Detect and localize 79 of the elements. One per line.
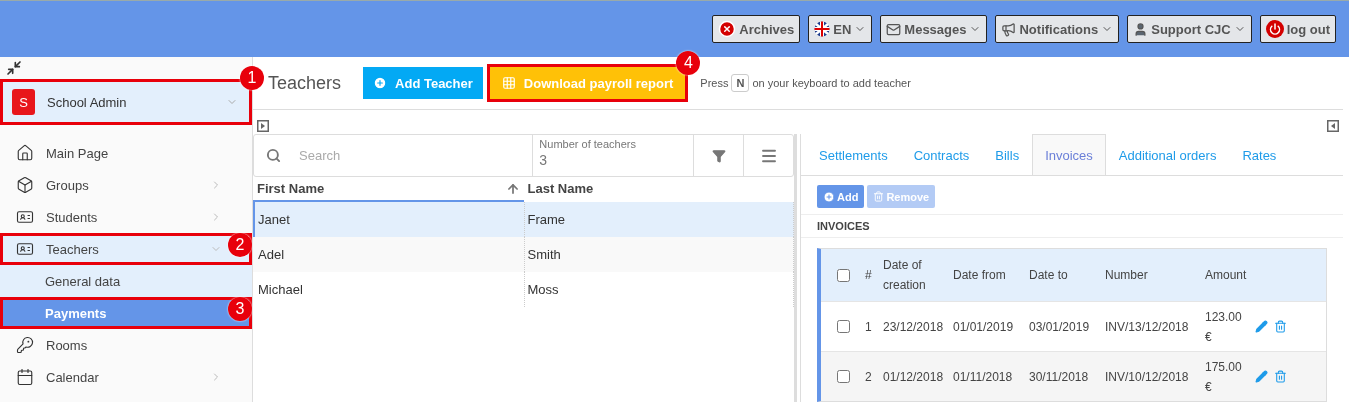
column-header[interactable]: Last Name [523,177,794,202]
teacher-row[interactable]: Adel Smith [253,237,794,272]
id-card-icon [16,240,34,258]
sidebar-item[interactable]: Groups [0,169,252,201]
table-cell-text: 01/12/2018 [883,368,945,386]
header-button[interactable]: Support CJC [1127,15,1252,43]
table-cell: Moss [524,272,794,307]
header-button[interactable]: log out [1259,15,1336,43]
tab[interactable]: Rates [1229,134,1290,175]
key-icon [16,336,34,354]
row-checkbox[interactable] [836,320,850,333]
teacher-count: 3 [539,152,549,168]
row-checkbox[interactable] [836,370,850,383]
column-header: Amount [1205,267,1248,284]
table-cell-text: 175.00 € [1205,358,1243,396]
expand-panel-icon[interactable] [257,120,269,132]
table-cell-text: INV/13/12/2018 [1105,318,1190,336]
sidebar-item[interactable]: Rooms [0,329,252,361]
header-button[interactable]: EN [808,15,873,43]
header-button[interactable]: Notifications [995,15,1120,43]
account-avatar: S [12,89,35,115]
home-icon [16,144,34,162]
header-button[interactable]: Messages [880,15,988,43]
column-header: # [865,267,873,284]
column-header: Date from [953,267,1007,284]
sidebar-item[interactable]: Students [0,201,252,233]
search-field[interactable]: Search [297,147,497,164]
trash-icon [873,191,885,202]
table-cell-text: 01/11/2018 [953,368,1014,386]
header-button[interactable]: Archives [712,15,801,43]
sidebar-item[interactable]: Calendar [0,361,252,393]
id-card-icon [16,208,34,226]
column-header: Number [1105,267,1149,284]
sidebar-item[interactable]: Main Page [0,137,252,169]
table-cell-text: 123.00 € [1205,308,1243,346]
edit-icon[interactable] [1255,320,1268,333]
megaphone-icon [1001,21,1017,37]
table-cell: Michael [255,272,525,307]
page-title: Teachers [268,72,342,94]
keyboard-hint: Press N on your keyboard to add teacher [700,74,911,92]
plus-icon [823,190,835,203]
add-button[interactable]: Add [817,185,865,208]
table-cell-text: 01/01/2019 [953,318,1015,336]
calendar-icon [16,368,34,386]
table-cell-text: 03/01/2019 [1029,318,1091,336]
teacher-row[interactable]: Janet Frame [253,202,794,237]
delete-icon[interactable] [1274,370,1287,383]
power-icon [1265,20,1284,38]
delete-icon[interactable] [1274,320,1287,333]
collapse-panel-icon[interactable] [1327,120,1339,132]
tab[interactable]: Additional orders [1105,134,1230,175]
flag-icon [814,21,831,37]
section-title: INVOICES [801,215,1343,238]
user-icon [1133,21,1149,37]
plus-icon [373,76,388,90]
count-label: Number of teachers [539,138,637,150]
column-header: Date of creation [883,257,927,294]
tab[interactable]: Contracts [900,134,983,175]
box-icon [16,176,34,194]
tab[interactable]: Settlements [806,134,901,175]
sidebar-subitem[interactable]: General data [0,265,252,297]
column-header: Date to [1029,267,1069,284]
table-cell-text: 1 [865,318,873,336]
table-cell-text: 2 [865,368,873,386]
table-cell-text: INV/10/12/2018 [1105,368,1190,386]
tab[interactable]: Invoices [1032,134,1106,175]
mail-icon [886,21,902,37]
account-name: School Admin [47,94,128,110]
close-icon [718,20,737,38]
table-icon [501,76,516,90]
collapse-icon[interactable] [6,60,22,76]
table-cell-text: 30/11/2018 [1029,368,1090,386]
filter-icon [711,148,726,163]
edit-icon[interactable] [1255,370,1268,383]
callout-badge: 1 [240,66,264,90]
select-all-checkbox[interactable] [836,268,850,282]
table-cell-text: 23/12/2018 [883,318,945,336]
tab[interactable]: Bills [982,134,1033,175]
search-icon [266,148,281,163]
